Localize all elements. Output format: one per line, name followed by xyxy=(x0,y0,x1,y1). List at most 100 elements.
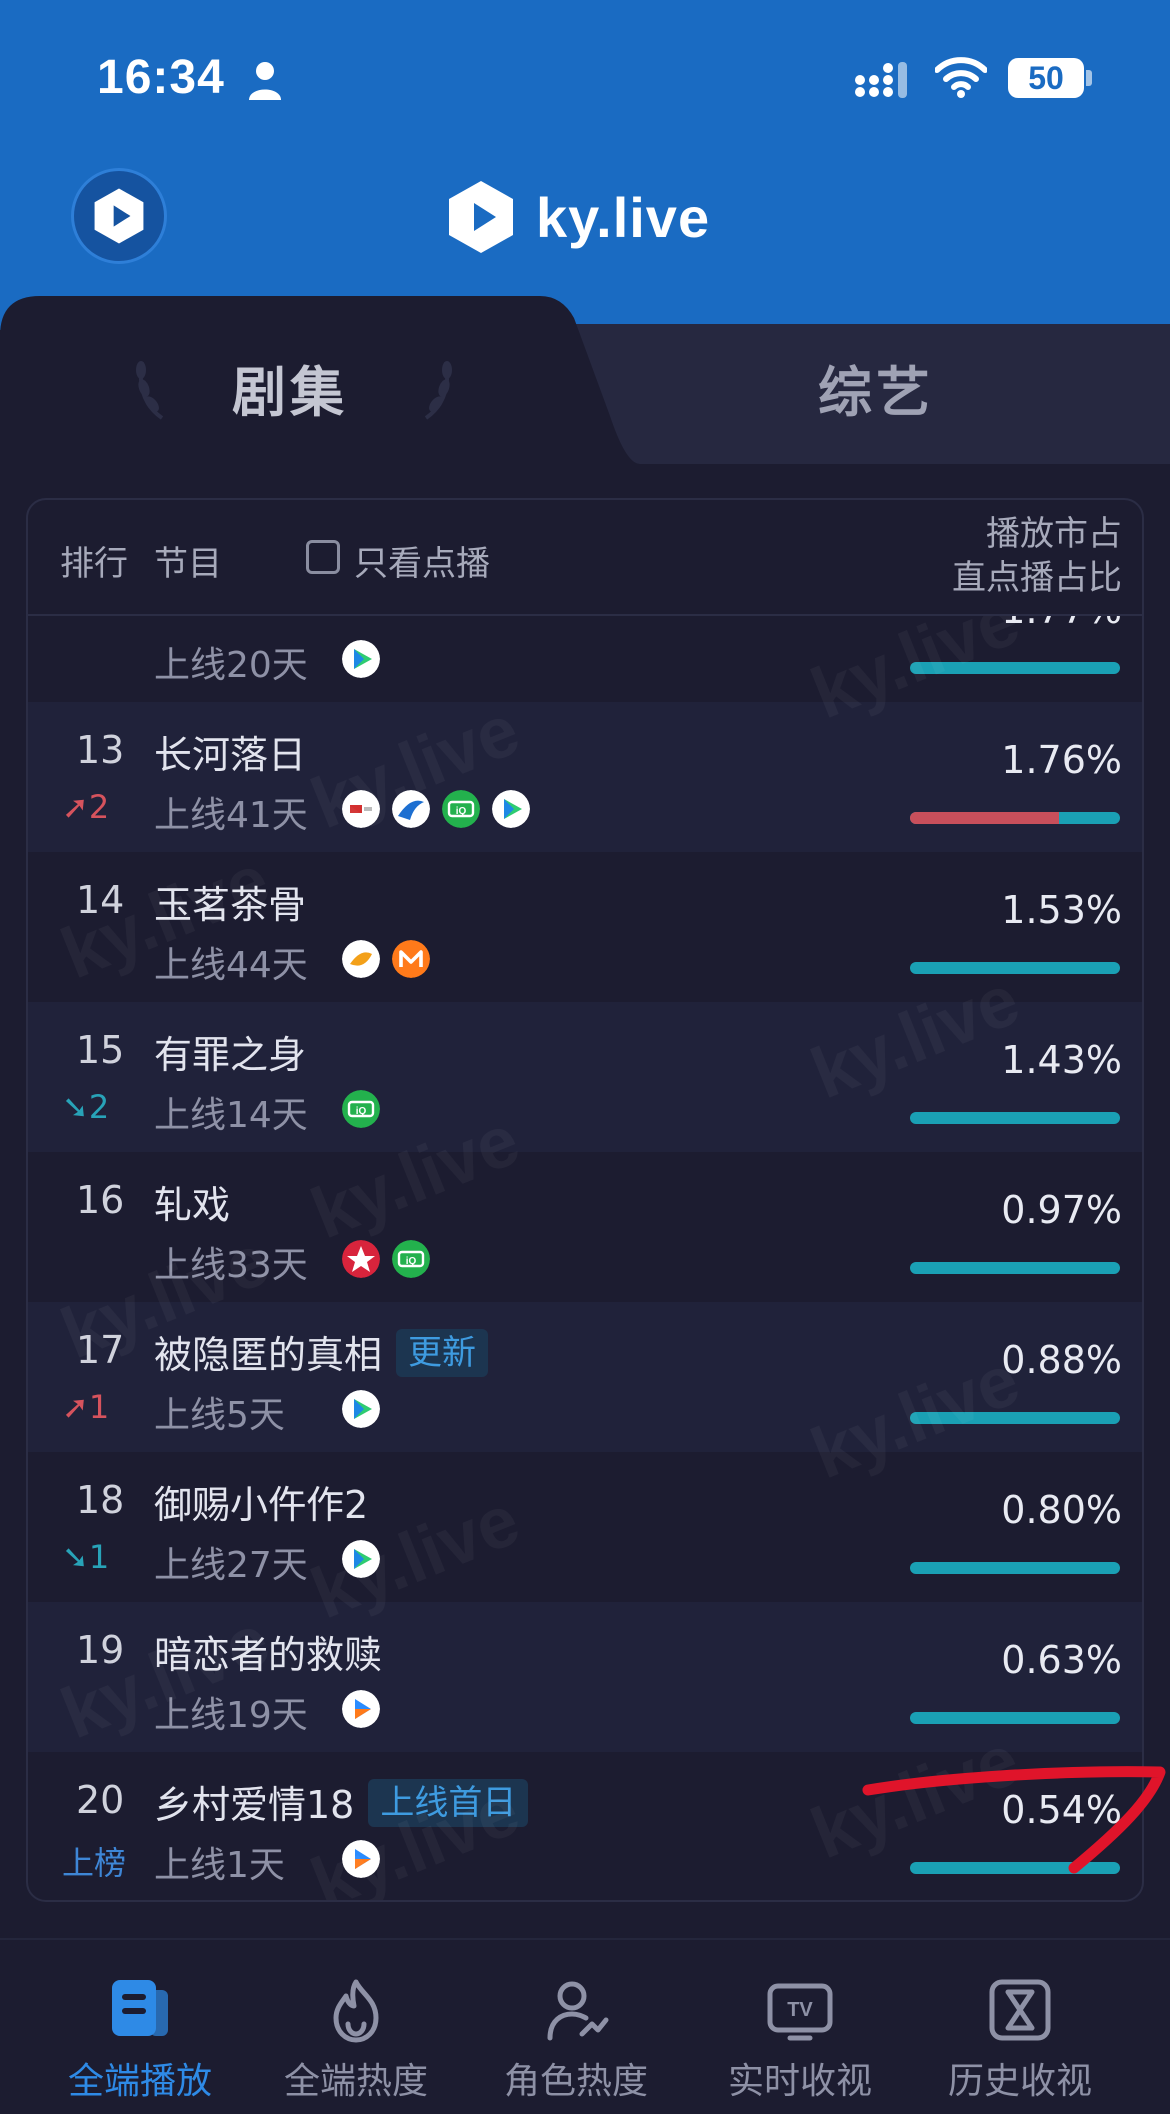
rank-number: 20 xyxy=(76,1778,125,1822)
tv-icon: TV xyxy=(766,1976,834,2044)
person-icon xyxy=(249,62,281,100)
program-title[interactable]: 有罪之身 xyxy=(154,1024,306,1079)
rank-number: 13 xyxy=(76,728,125,772)
vod-only-label[interactable]: 只看点播 xyxy=(354,536,490,585)
nav-item-hourglass[interactable]: 历史收视 xyxy=(920,1940,1120,2114)
days-online: 上线20天 xyxy=(154,645,308,686)
program-title[interactable]: 御赐小仵作2 xyxy=(154,1474,368,1529)
cellular-signal-icon xyxy=(855,62,907,98)
table-row[interactable]: 14 玉茗茶骨 上线44天 1.53% xyxy=(28,852,1142,1002)
mgtv-platform-icon xyxy=(392,940,430,978)
zhejiang-platform-icon xyxy=(392,790,430,828)
arrow-down-icon: ➘ xyxy=(62,1088,89,1126)
table-row[interactable]: 19 暗恋者的救赎 上线19天 0.63% xyxy=(28,1602,1142,1752)
nav-label: 角色热度 xyxy=(503,2061,648,2102)
table-row[interactable]: 13 ➚2 长河落日 上线41天 iQ 1.76% xyxy=(28,702,1142,852)
nav-label: 历史收视 xyxy=(947,2061,1092,2102)
platform-list: iQ xyxy=(342,1090,380,1128)
broadcast-icon xyxy=(106,1976,174,2044)
program-title[interactable]: 暗恋者的救赎 xyxy=(154,1624,382,1679)
share-value: 1.53% xyxy=(1001,888,1122,932)
rank-change-value: 2 xyxy=(88,788,110,826)
share-ratio-bar xyxy=(910,1712,1120,1724)
table-row[interactable]: 16 轧戏 上线33天 iQ 0.97% xyxy=(28,1152,1142,1302)
nav-label: 全端热度 xyxy=(283,2061,428,2102)
program-title-text: 御赐小仵作2 xyxy=(154,1483,369,1527)
rank-number: 17 xyxy=(76,1328,125,1372)
person-trend-icon xyxy=(542,1976,610,2044)
laurel-right-icon xyxy=(424,361,452,420)
svg-text:iQ: iQ xyxy=(406,1256,417,1267)
column-program: 节目 xyxy=(154,544,222,584)
ranking-table: 排行 节目 只看点播 播放市占 直点播占比 20 上榜 乡村爱情18 上线首日上线1天… xyxy=(26,498,1144,1902)
days-online: 上线41天 xyxy=(154,795,308,836)
share-ratio-bar xyxy=(910,812,1120,824)
table-header: 排行 节目 只看点播 播放市占 直点播占比 xyxy=(28,500,1142,616)
rank-number: 19 xyxy=(76,1628,125,1672)
iqiyi-platform-icon: iQ xyxy=(342,1090,380,1128)
nav-label: 实时收视 xyxy=(727,2061,872,2102)
table-row[interactable]: 12 上线20天 1.77% xyxy=(28,616,1142,702)
flame-icon xyxy=(322,1976,390,2044)
platform-list xyxy=(342,1540,380,1578)
program-title[interactable]: 长河落日 xyxy=(154,724,306,779)
nav-item-broadcast[interactable]: 全端播放 xyxy=(40,1940,240,2114)
table-row[interactable]: 18 ➘1 御赐小仵作2 上线27天 0.80% xyxy=(28,1452,1142,1602)
program-title-text: 暗恋者的救赎 xyxy=(154,1633,383,1677)
rank-number: 18 xyxy=(76,1478,125,1522)
program-title-text: 长河落日 xyxy=(154,733,307,777)
days-online: 上线33天 xyxy=(154,1245,308,1286)
bottom-navigation: 全端播放 全端热度 角色热度 TV 实时收视 历史收视 xyxy=(0,1938,1170,2114)
rank-change: ➚2 xyxy=(62,788,152,826)
status-time: 16:34 xyxy=(97,51,225,104)
table-row[interactable]: 15 ➘2 有罪之身 上线14天 iQ 1.43% xyxy=(28,1002,1142,1152)
share-ratio-bar xyxy=(910,1562,1120,1574)
tencent-platform-icon xyxy=(342,1390,380,1428)
iqiyi-platform-icon: iQ xyxy=(442,790,480,828)
program-title[interactable]: 轧戏 xyxy=(154,1174,230,1229)
rank-change: 上榜 xyxy=(62,1838,152,1884)
hourglass-icon xyxy=(986,1976,1054,2044)
days-online: 上线27天 xyxy=(154,1545,308,1586)
ranking-rows: 20 上榜 乡村爱情18 上线首日 上线1天 0.54% 19 暗恋者的救赎 上线19天 0.63… xyxy=(28,616,1142,1900)
program-title[interactable]: 乡村爱情18 上线首日 xyxy=(154,1774,529,1829)
rank-number: 16 xyxy=(76,1178,125,1222)
table-row[interactable]: 17 ➚1 被隐匿的真相 更新 上线5天 0.88% xyxy=(28,1302,1142,1452)
share-value: 1.77% xyxy=(1001,616,1122,632)
tab-drama[interactable]: 剧集 xyxy=(232,348,348,427)
live-share-segment xyxy=(910,812,1060,824)
youku-platform-icon xyxy=(342,1690,380,1728)
program-tag: 上线首日 xyxy=(368,1779,529,1827)
nav-item-flame[interactable]: 全端热度 xyxy=(256,1940,456,2114)
red-annotation-mark xyxy=(862,1766,1166,1874)
share-ratio-bar xyxy=(910,1412,1120,1424)
tab-variety[interactable]: 综艺 xyxy=(818,348,934,427)
vod-only-checkbox[interactable] xyxy=(306,540,340,574)
platform-list: iQ xyxy=(342,790,530,828)
days-online: 上线5天 xyxy=(154,1395,285,1436)
days-online: 上线1天 xyxy=(154,1845,285,1886)
nav-item-person-trend[interactable]: 角色热度 xyxy=(476,1940,676,2114)
tencent-platform-icon xyxy=(342,1540,380,1578)
share-ratio-bar xyxy=(910,1262,1120,1274)
platform-list xyxy=(342,1690,380,1728)
rank-change: ➚1 xyxy=(62,1388,152,1426)
share-value: 0.80% xyxy=(1001,1488,1122,1532)
dragon-platform-icon xyxy=(342,1240,380,1278)
share-value: 0.63% xyxy=(1001,1638,1122,1682)
tencent-platform-icon xyxy=(342,640,380,678)
play-logo-icon xyxy=(94,188,144,244)
program-title[interactable]: 玉茗茶骨 xyxy=(154,874,306,929)
brand: ky.live xyxy=(446,177,710,257)
nav-item-tv[interactable]: TV 实时收视 xyxy=(700,1940,900,2114)
program-title[interactable]: 被隐匿的真相 更新 xyxy=(154,1324,489,1379)
rank-number: 14 xyxy=(76,878,125,922)
app-header: 16:34 50 ky.live xyxy=(0,0,1170,330)
platform-list xyxy=(342,640,380,678)
rank-change-value: 1 xyxy=(88,1538,110,1576)
category-tabs: 剧集 综艺 xyxy=(0,296,1170,464)
platform-list xyxy=(342,940,430,978)
app-logo-button[interactable] xyxy=(71,168,167,264)
brand-logo-icon xyxy=(449,181,513,253)
brand-name: ky.live xyxy=(536,185,711,249)
